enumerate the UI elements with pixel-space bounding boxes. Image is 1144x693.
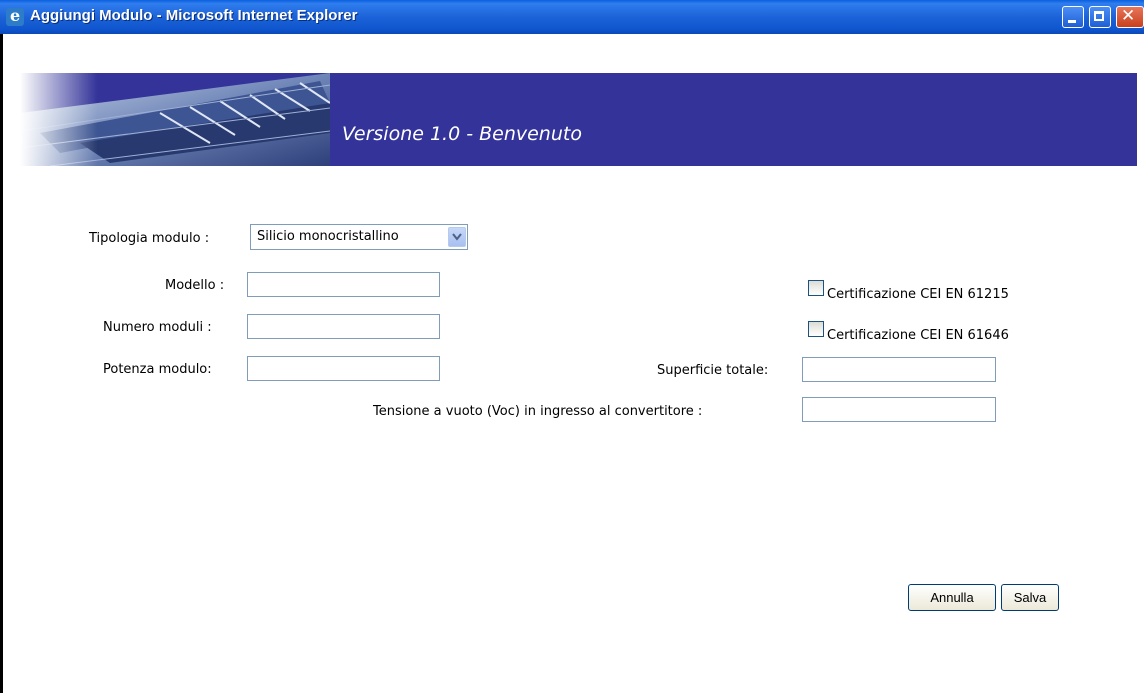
tensione-label: Tensione a vuoto (Voc) in ingresso al co…	[373, 404, 703, 419]
tipologia-select[interactable]: Silicio monocristallino	[250, 224, 468, 250]
chevron-down-icon[interactable]	[448, 227, 466, 247]
tipologia-label: Tipologia modulo :	[89, 231, 210, 246]
annulla-button[interactable]: Annulla	[908, 584, 996, 611]
internet-explorer-icon	[6, 6, 24, 26]
modello-input[interactable]	[247, 272, 440, 297]
cert-61646-label: Certificazione CEI EN 61646	[827, 328, 1009, 343]
numero-moduli-input[interactable]	[247, 314, 440, 339]
close-button[interactable]: ✕	[1116, 6, 1144, 28]
solar-panels-image	[20, 73, 330, 166]
cert-61215-checkbox[interactable]	[808, 280, 824, 296]
banner-title: Versione 1.0 - Benvenuto	[342, 123, 582, 145]
window-border	[0, 34, 3, 693]
maximize-button[interactable]	[1089, 6, 1111, 28]
tensione-input[interactable]	[802, 397, 996, 422]
superficie-label: Superficie totale:	[657, 363, 769, 378]
modello-label: Modello :	[165, 278, 225, 293]
minimize-button[interactable]	[1062, 6, 1084, 28]
salva-button[interactable]: Salva	[1001, 584, 1059, 611]
superficie-input[interactable]	[802, 357, 996, 382]
header-banner: Versione 1.0 - Benvenuto	[20, 73, 1137, 166]
potenza-modulo-input[interactable]	[247, 356, 440, 381]
tipologia-value: Silicio monocristallino	[257, 229, 399, 244]
maximize-icon	[1094, 11, 1104, 21]
potenza-modulo-label: Potenza modulo:	[103, 362, 212, 377]
minimize-icon	[1068, 20, 1076, 23]
window-title-bar[interactable]: Aggiungi Modulo - Microsoft Internet Exp…	[0, 0, 1144, 34]
window-title: Aggiungi Modulo - Microsoft Internet Exp…	[30, 7, 358, 24]
numero-moduli-label: Numero moduli :	[103, 320, 212, 335]
cert-61215-label: Certificazione CEI EN 61215	[827, 287, 1009, 302]
cert-61646-checkbox[interactable]	[808, 321, 824, 337]
close-icon: ✕	[1121, 6, 1136, 26]
